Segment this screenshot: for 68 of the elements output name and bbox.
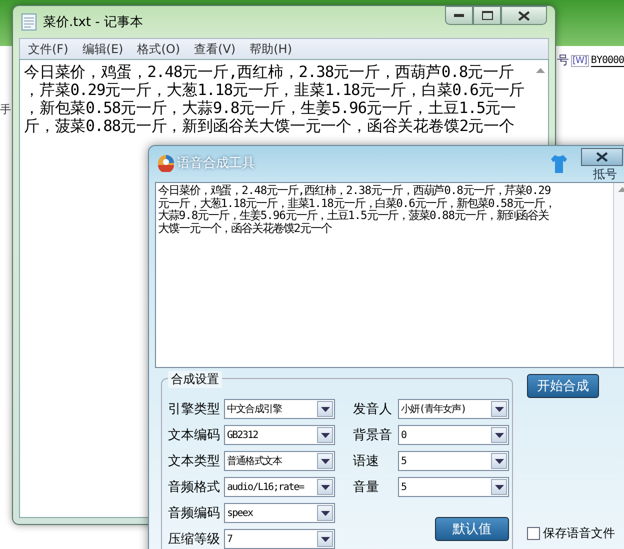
close-icon (518, 10, 530, 20)
close-button[interactable] (501, 6, 547, 25)
maximize-icon (482, 11, 492, 20)
dropdown[interactable]: 小妍(青年女声) (398, 399, 509, 419)
background-text: 手 (0, 102, 11, 117)
field-label: 音频格式 (168, 479, 220, 496)
field-label: 号 (557, 52, 568, 69)
dropdown[interactable]: 7 (224, 529, 335, 549)
text-line: ，新包菜0.58元一斤，大蒜9.8元一斤，生姜5.96元一斤，土豆1.5元一 (24, 99, 516, 117)
maximize-button[interactable] (473, 6, 501, 25)
text-line: 斤，菠菜0.88元一斤，新到函谷关大馍一元一个，函谷关花卷馍2元一个 (24, 117, 514, 135)
close-icon (596, 152, 608, 162)
field-label: 文本类型 (168, 453, 220, 470)
field-label: 发音人 (353, 401, 393, 418)
dropdown-arrow-icon (320, 510, 330, 516)
text-line: 今日菜价，鸡蛋，2.48元一斤,西红柿，2.38元一斤，西葫芦0.8元一斤 (24, 63, 514, 81)
field-label: 音频编码 (168, 505, 220, 522)
dropdown[interactable]: audio/L16;rate= (224, 477, 335, 497)
start-button[interactable]: 开始合成 (527, 374, 599, 398)
dropdown-arrow-icon (320, 432, 330, 438)
menu-item[interactable]: 编辑(E) (82, 40, 124, 58)
field-label: 语速 (353, 453, 380, 470)
dropdown-arrow-icon (494, 432, 504, 438)
text-line: ，芹菜0.29元一斤，大葱1.18元一斤，韭菜1.18元一斤，白菜0.6元一斤 (24, 81, 525, 99)
dropdown[interactable]: speex (224, 503, 335, 523)
text-line: 今日菜价，鸡蛋，2.48元一斤,西红柿，2.38元一斤，西葫芦0.8元一斤，芹菜0.29 (158, 185, 552, 197)
menu-item[interactable]: 查看(V) (194, 40, 236, 58)
text-line: 大蒜9.8元一斤，生姜5.96元一斤，土豆1.5元一斤，菠菜0.88元一斤，新到函谷关 (158, 210, 550, 222)
minimize-icon (454, 14, 464, 18)
field-hint: [W] (570, 54, 589, 66)
dropdown-arrow-icon (320, 484, 330, 490)
checkbox[interactable] (527, 527, 540, 540)
text-line: 大馍一元一个，函谷关花卷馍2元一个 (158, 222, 333, 235)
dropdown-arrow-icon (320, 406, 330, 412)
menu-item[interactable]: 格式(O) (137, 40, 180, 58)
dropdown[interactable]: 5 (398, 451, 509, 471)
dropdown-arrow-icon (494, 458, 504, 464)
field-label: 压缩等级 (168, 531, 220, 548)
window-title: 语音合成工具 (177, 154, 255, 172)
checkbox-label: 保存语音文件 (543, 525, 615, 542)
dropdown-arrow-icon (494, 484, 504, 490)
scroll-up-icon (618, 187, 624, 192)
dropdown[interactable]: 普通格式文本 (224, 451, 335, 471)
dropdown[interactable]: 中文合成引擎 (224, 399, 335, 419)
menu-item[interactable]: 文件(F) (28, 40, 68, 58)
field-value: BY0000 (590, 54, 624, 66)
background-text: 抵号 (593, 166, 617, 183)
dropdown-arrow-icon (320, 458, 330, 464)
close-button[interactable] (581, 148, 623, 166)
scroll-up-icon (536, 68, 544, 72)
default-button[interactable]: 默认值 (435, 517, 509, 541)
app-logo-icon (157, 154, 175, 172)
dropdown[interactable]: GB2312 (224, 425, 335, 445)
dropdown[interactable]: 0 (398, 425, 509, 445)
window-title: 菜价.txt - 记事本 (43, 14, 143, 31)
minimize-button[interactable] (445, 6, 473, 25)
dropdown-arrow-icon (494, 406, 504, 412)
menu-item[interactable]: 帮助(H) (250, 40, 292, 58)
field-label: 音量 (353, 479, 380, 496)
group-title: 合成设置 (168, 371, 222, 388)
dropdown-arrow-icon (320, 536, 330, 542)
field-label: 引擎类型 (168, 401, 220, 418)
notepad-icon (21, 13, 37, 31)
dropdown[interactable]: 5 (398, 477, 509, 497)
field-label: 背景音 (353, 427, 393, 444)
text-area[interactable]: 今日菜价，鸡蛋，2.48元一斤,西红柿，2.38元一斤，西葫芦0.8元一斤，芹菜0.29 元一斤，大葱1.18元一斤，韭菜1.18元一斤，白菜0.6元一斤，新包菜0.58元一斤， 大蒜9.8元一斤，生姜5.96元一斤，土豆1.5元一斤，菠菜0.88元一斤，新到函谷关 大馍一元一个，函谷关花卷馍2元一个 (155, 182, 624, 368)
text-line: 元一斤，大葱1.18元一斤，韭菜1.18元一斤，白菜0.6元一斤，新包菜0.58元一斤， (158, 198, 556, 210)
field-label: 文本编码 (168, 427, 220, 444)
